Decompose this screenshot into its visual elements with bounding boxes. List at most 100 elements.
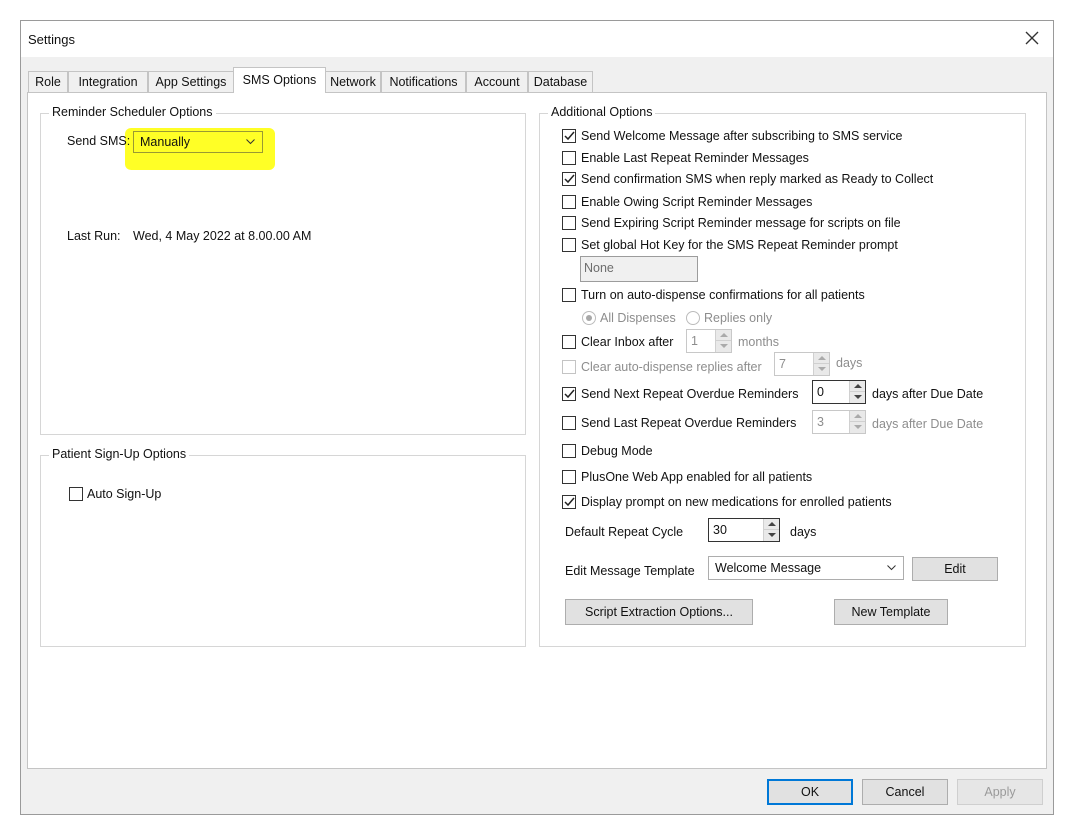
arrow-up-icon — [854, 384, 862, 388]
ok-button[interactable]: OK — [767, 779, 853, 805]
last-repeat-checkbox[interactable] — [562, 151, 576, 165]
chevron-down-icon — [246, 139, 255, 145]
title-bar: Settings — [21, 21, 1053, 57]
owing-script-checkbox[interactable] — [562, 195, 576, 209]
edit-button[interactable]: Edit — [912, 557, 998, 581]
replies-only-radio[interactable] — [686, 311, 700, 325]
spin-up-button[interactable] — [850, 411, 865, 422]
clear-inbox-checkbox[interactable] — [562, 335, 576, 349]
template-value: Welcome Message — [715, 561, 822, 575]
debug-mode-label: Debug Mode — [581, 444, 653, 458]
welcome-label: Send Welcome Message after subscribing t… — [581, 129, 903, 143]
arrow-up-icon — [818, 356, 826, 360]
auto-signup-label: Auto Sign-Up — [87, 487, 162, 501]
expiring-script-label: Send Expiring Script Reminder message fo… — [581, 216, 901, 230]
template-select[interactable]: Welcome Message — [708, 556, 904, 580]
arrow-down-icon — [854, 425, 862, 429]
clear-inbox-value: 1 — [691, 334, 698, 348]
tab-integration[interactable]: Integration — [68, 71, 148, 93]
new-template-button[interactable]: New Template — [834, 599, 948, 625]
checkmark-icon — [564, 497, 575, 507]
display-prompt-label: Display prompt on new medications for en… — [581, 495, 892, 509]
arrow-down-icon — [720, 344, 728, 348]
repeat-cycle-value: 30 — [713, 523, 727, 537]
next-overdue-spinner[interactable]: 0 — [812, 380, 866, 404]
patient-signup-legend: Patient Sign-Up Options — [49, 447, 190, 461]
auto-dispense-checkbox[interactable] — [562, 288, 576, 302]
patient-signup-group: Patient Sign-Up Options Auto Sign-Up — [40, 447, 526, 647]
hot-key-label: Set global Hot Key for the SMS Repeat Re… — [581, 238, 898, 252]
hot-key-checkbox[interactable] — [562, 238, 576, 252]
repeat-cycle-unit: days — [790, 525, 817, 539]
arrow-up-icon — [768, 522, 776, 526]
tab-account[interactable]: Account — [466, 71, 528, 93]
spin-up-button[interactable] — [716, 330, 731, 341]
months-label: months — [738, 335, 779, 349]
checkmark-icon — [564, 174, 575, 184]
hot-key-input[interactable]: None — [580, 256, 698, 282]
spin-down-button[interactable] — [764, 530, 779, 541]
spin-up-button[interactable] — [764, 519, 779, 530]
confirmation-checkbox[interactable] — [562, 172, 576, 186]
display-prompt-checkbox[interactable] — [562, 495, 576, 509]
tab-sms-options[interactable]: SMS Options — [233, 67, 326, 93]
settings-window: Settings Role Integration App Settings S… — [20, 20, 1054, 815]
tab-app-settings[interactable]: App Settings — [148, 71, 234, 93]
spin-down-button[interactable] — [814, 364, 829, 375]
auto-dispense-label: Turn on auto-dispense confirmations for … — [581, 288, 865, 302]
repeat-cycle-label: Default Repeat Cycle — [565, 525, 684, 539]
spin-down-button[interactable] — [850, 422, 865, 433]
spin-up-button[interactable] — [850, 381, 865, 392]
send-sms-label: Send SMS: — [67, 134, 131, 148]
spin-up-button[interactable] — [814, 353, 829, 364]
all-dispenses-radio[interactable] — [582, 311, 596, 325]
clear-auto-dispense-checkbox[interactable] — [562, 360, 576, 374]
reminder-scheduler-group: Reminder Scheduler Options Send SMS: Man… — [40, 105, 526, 435]
debug-mode-checkbox[interactable] — [562, 444, 576, 458]
auto-signup-checkbox[interactable] — [69, 487, 83, 501]
owing-script-label: Enable Owing Script Reminder Messages — [581, 195, 813, 209]
send-sms-value: Manually — [140, 135, 191, 149]
close-icon — [1025, 31, 1039, 45]
close-button[interactable] — [1021, 27, 1043, 49]
spin-down-button[interactable] — [716, 341, 731, 352]
plusone-checkbox[interactable] — [562, 470, 576, 484]
days-after-due-label: days after Due Date — [872, 387, 984, 401]
sms-options-panel: Reminder Scheduler Options Send SMS: Man… — [27, 92, 1047, 769]
welcome-checkbox[interactable] — [562, 129, 576, 143]
reminder-scheduler-legend: Reminder Scheduler Options — [49, 105, 216, 119]
days-label-auto: days — [836, 356, 863, 370]
next-overdue-value: 0 — [817, 385, 824, 399]
spinner-buttons — [849, 381, 865, 403]
clear-auto-dispense-value: 7 — [779, 357, 786, 371]
repeat-cycle-spinner[interactable]: 30 — [708, 518, 780, 542]
send-sms-select[interactable]: Manually — [133, 131, 263, 153]
checkmark-icon — [564, 389, 575, 399]
last-overdue-spinner[interactable]: 3 — [812, 410, 866, 434]
apply-button[interactable]: Apply — [957, 779, 1043, 805]
spinner-buttons — [763, 519, 779, 541]
clear-inbox-label: Clear Inbox after — [581, 335, 674, 349]
tab-database[interactable]: Database — [528, 71, 593, 93]
expiring-script-checkbox[interactable] — [562, 216, 576, 230]
clear-inbox-spinner[interactable]: 1 — [686, 329, 732, 353]
replies-only-label: Replies only — [704, 311, 773, 325]
cancel-button[interactable]: Cancel — [862, 779, 948, 805]
arrow-down-icon — [854, 395, 862, 399]
all-dispenses-label: All Dispenses — [600, 311, 676, 325]
clear-auto-dispense-spinner[interactable]: 7 — [774, 352, 830, 376]
tab-notifications[interactable]: Notifications — [381, 71, 466, 93]
last-repeat-label: Enable Last Repeat Reminder Messages — [581, 151, 809, 165]
radio-dot — [586, 315, 592, 321]
spinner-buttons — [715, 330, 731, 352]
script-extraction-button[interactable]: Script Extraction Options... — [565, 599, 753, 625]
clear-auto-dispense-label: Clear auto-dispense replies after — [581, 360, 762, 374]
spin-down-button[interactable] — [850, 392, 865, 403]
next-overdue-checkbox[interactable] — [562, 387, 576, 401]
chevron-down-icon — [887, 565, 896, 571]
tab-role[interactable]: Role — [28, 71, 68, 93]
next-overdue-label: Send Next Repeat Overdue Reminders — [581, 387, 799, 401]
last-overdue-checkbox[interactable] — [562, 416, 576, 430]
tab-network[interactable]: Network — [325, 71, 381, 93]
confirmation-label: Send confirmation SMS when reply marked … — [581, 172, 934, 186]
